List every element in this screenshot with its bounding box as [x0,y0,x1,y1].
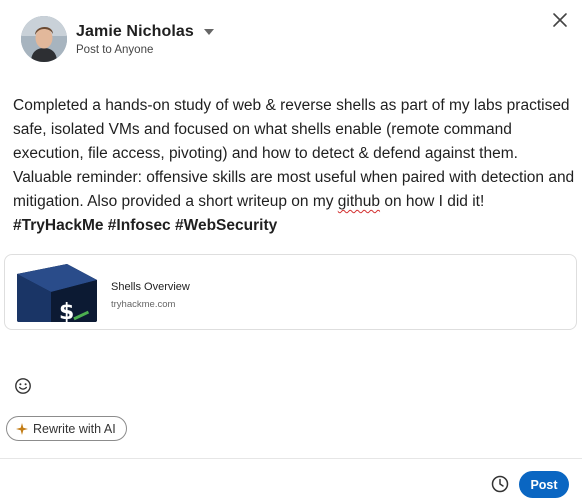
link-thumbnail: $ [17,264,97,322]
emoji-icon[interactable] [13,376,33,396]
post-author-header: Jamie Nicholas Post to Anyone [21,14,214,64]
author-selector[interactable]: Jamie Nicholas [76,23,214,41]
author-name: Jamie Nicholas [76,22,194,40]
footer-divider [0,458,582,459]
link-preview-card[interactable]: $ Shells Overview tryhackme.com [4,254,577,330]
close-icon[interactable] [550,10,570,30]
misspelled-word[interactable]: github [338,193,380,210]
hashtag[interactable]: #TryHackMe [13,217,103,234]
post-body-text: Completed a hands-on study of web & reve… [13,97,575,210]
link-domain: tryhackme.com [111,299,176,310]
svg-text:$: $ [59,300,74,322]
post-visibility: Post to Anyone [76,43,154,56]
avatar [21,16,67,62]
post-body-text-end: on how I did it! [380,193,485,210]
clock-icon[interactable] [490,474,510,494]
post-text-editor[interactable]: Completed a hands-on study of web & reve… [13,94,575,238]
link-title: Shells Overview [111,281,190,293]
rewrite-label: Rewrite with AI [33,421,116,436]
sparkle-icon [16,422,28,435]
caret-down-icon [203,28,214,35]
rewrite-with-ai-button[interactable]: Rewrite with AI [6,416,127,441]
hashtag[interactable]: #WebSecurity [175,217,277,234]
post-button[interactable]: Post [519,471,569,498]
hashtag[interactable]: #Infosec [108,217,171,234]
